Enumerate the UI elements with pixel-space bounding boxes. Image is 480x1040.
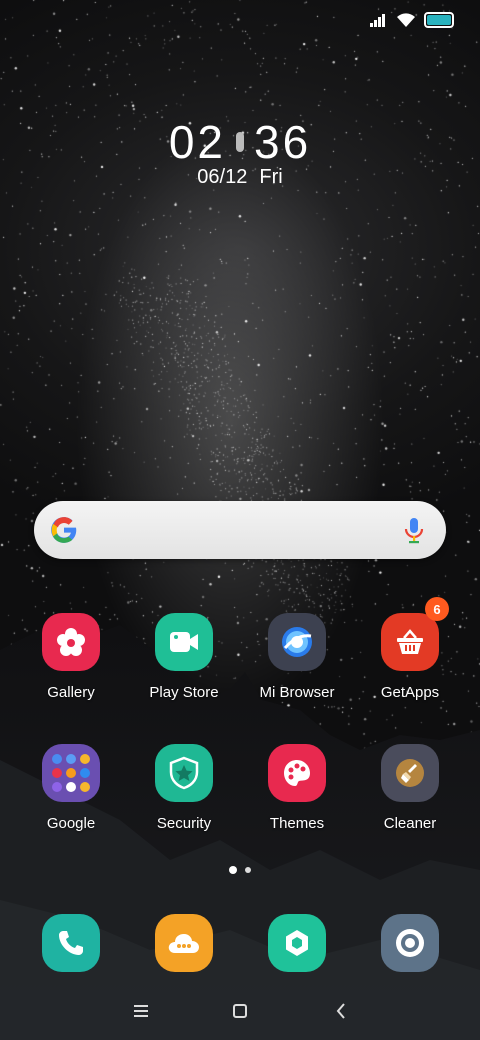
browser-globe-icon (268, 613, 326, 671)
folder-google[interactable]: Google (21, 744, 121, 832)
shield-star-icon (155, 744, 213, 802)
microphone-icon[interactable] (404, 517, 424, 545)
app-getapps[interactable]: 6 GetApps (360, 597, 460, 701)
clock-widget[interactable]: 02 36 06/12 Fri (0, 116, 480, 189)
clock-hour: 02 (168, 116, 226, 168)
palette-icon (268, 744, 326, 802)
app-label: Google (46, 815, 96, 832)
app-mi-browser[interactable]: Mi Browser (247, 613, 347, 701)
message-cloud-icon (155, 914, 213, 972)
shopping-basket-icon: 6 (381, 597, 449, 671)
date-text: 06/12 (197, 166, 248, 188)
google-search-bar[interactable] (34, 501, 446, 559)
page-dot[interactable] (245, 867, 251, 873)
app-label: Cleaner (383, 815, 437, 832)
app-label: Themes (269, 815, 325, 832)
google-logo-icon (51, 517, 77, 543)
clock-time: 02 36 (0, 116, 480, 168)
app-themes[interactable]: Themes (247, 744, 347, 832)
app-label: Mi Browser (259, 684, 335, 701)
app-gallery[interactable]: Gallery (21, 613, 121, 701)
folder-icon (42, 744, 100, 802)
navigation-bar (0, 1000, 480, 1024)
camera-lens-icon (381, 914, 439, 972)
page-dot-active[interactable] (229, 866, 237, 874)
app-label: Play Store (149, 684, 219, 701)
flower-icon (42, 613, 100, 671)
dock-camera[interactable] (360, 914, 460, 972)
video-camera-icon (155, 613, 213, 671)
page-indicator (0, 866, 480, 874)
phone-icon (42, 914, 100, 972)
notification-badge: 6 (425, 597, 449, 621)
clock-separator (236, 131, 244, 152)
app-label: Security (156, 815, 212, 832)
home-icon[interactable] (233, 1004, 247, 1018)
clock-date: 06/12 Fri (0, 166, 480, 189)
dock-phone[interactable] (21, 914, 121, 972)
status-bar (370, 12, 454, 28)
app-play-store[interactable]: Play Store (134, 613, 234, 701)
dock-app-store[interactable] (247, 914, 347, 972)
battery-icon (424, 12, 454, 28)
hexagon-nut-icon (268, 914, 326, 972)
app-security[interactable]: Security (134, 744, 234, 832)
back-icon[interactable] (336, 1003, 346, 1019)
broom-icon (381, 744, 439, 802)
app-cleaner[interactable]: Cleaner (360, 744, 460, 832)
app-label: Gallery (47, 684, 95, 701)
weekday-text: Fri (259, 166, 283, 188)
dock-messages[interactable] (134, 914, 234, 972)
menu-icon[interactable] (134, 1005, 148, 1017)
signal-icon (370, 14, 385, 27)
app-label: GetApps (380, 684, 440, 701)
clock-minute: 36 (254, 116, 312, 168)
wifi-icon (397, 12, 415, 27)
